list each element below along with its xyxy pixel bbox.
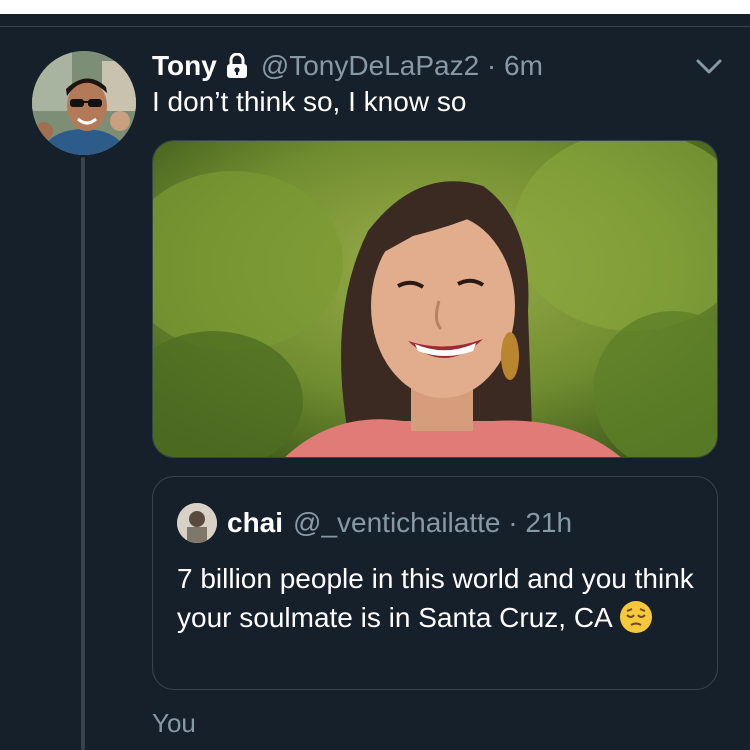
quoted-handle-time: @_ventichailatte · 21h: [293, 507, 573, 538]
author-handle-time[interactable]: @TonyDeLaPaz2 · 6m: [261, 50, 543, 82]
quoted-avatar: [177, 503, 217, 543]
top-bar: [0, 0, 750, 14]
reply-context-label: You: [152, 708, 196, 738]
chevron-down-icon[interactable]: [693, 52, 725, 80]
top-divider: [0, 26, 750, 27]
tweet-text: I don’t think so, I know so: [152, 86, 467, 117]
tweet-header: Tony @TonyDeLaPaz2 · 6m: [152, 46, 543, 86]
author-name[interactable]: Tony: [152, 50, 217, 82]
quoted-tweet-text-block: 7 billion people in this world and you t…: [177, 559, 697, 637]
quoted-tweet[interactable]: chai @_ventichailatte · 21h 7 billion pe…: [152, 476, 718, 690]
avatar[interactable]: [32, 51, 136, 155]
quoted-tweet-header: chai @_ventichailatte · 21h: [177, 503, 572, 543]
avatar-photo: [32, 51, 136, 155]
thread-line: [81, 157, 85, 750]
tweet-photo[interactable]: [152, 140, 718, 458]
quoted-tweet-text: 7 billion people in this world and you t…: [177, 563, 694, 633]
photo-image: [153, 141, 717, 457]
quoted-author-name: chai: [227, 507, 284, 538]
lock-icon: [225, 53, 251, 79]
pensive-face-emoji-icon: [619, 600, 653, 634]
